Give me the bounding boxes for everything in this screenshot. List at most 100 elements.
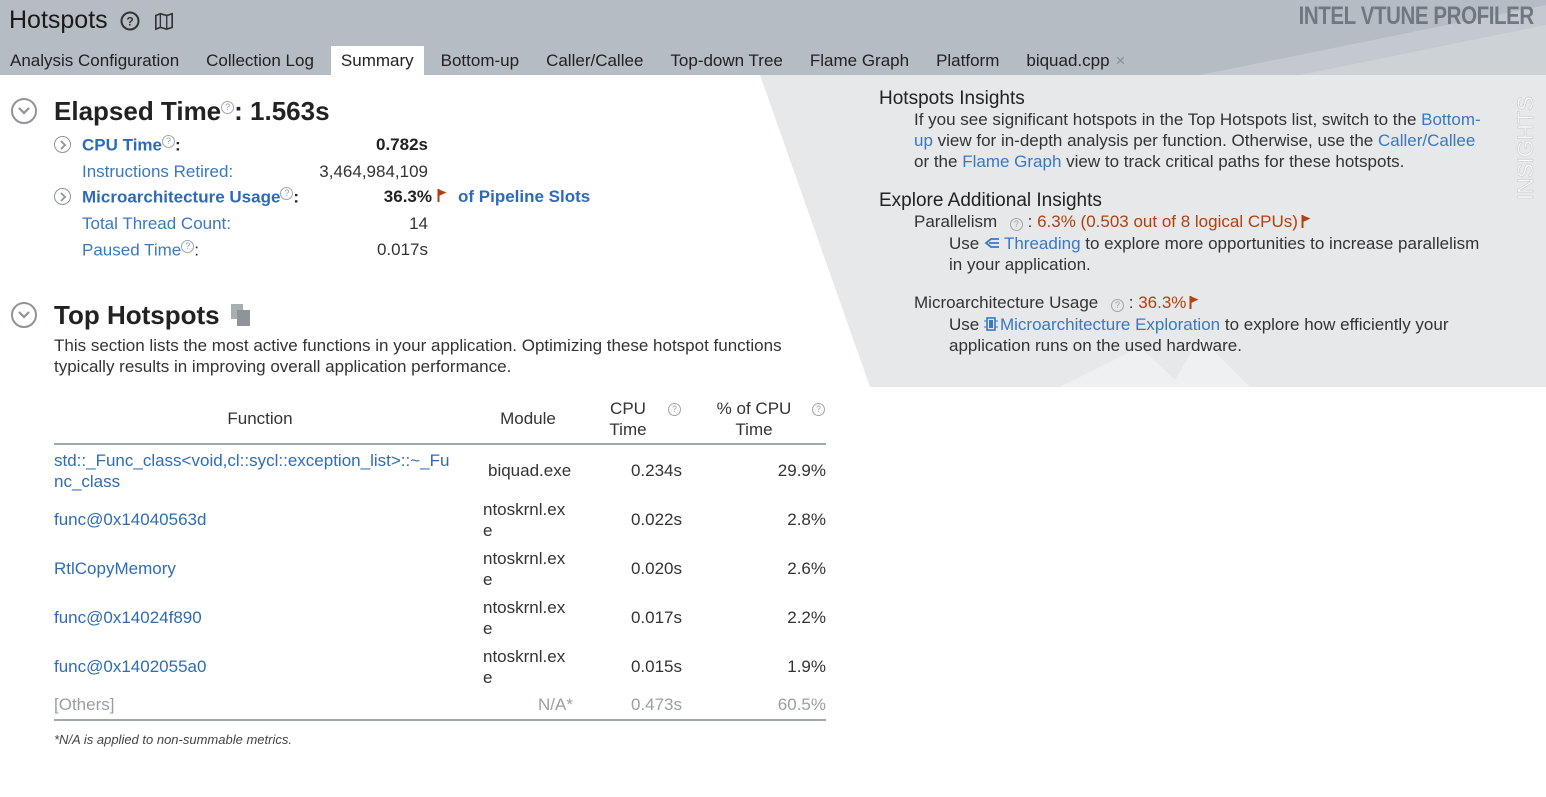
expand-cpu-time-button[interactable] [54, 136, 71, 153]
cpu-time-value: 0.022s [630, 510, 682, 529]
tab-top-down-tree[interactable]: Top-down Tree [660, 46, 792, 75]
function-name-line-1: std::_Func_class<void,cl::sycl::exceptio… [54, 451, 450, 470]
elapsed-time-label: Elapsed Time [54, 96, 222, 126]
header-bar: Hotspots ? INTEL VTUNE PROFILER Analysis… [0, 0, 1546, 75]
chevron-down-icon [18, 107, 30, 115]
function-name[interactable]: RtlCopyMemory [54, 558, 176, 579]
bottom-up-link[interactable]: Bottom- [1421, 110, 1481, 129]
caller-callee-link[interactable]: Caller/Callee [1378, 131, 1475, 150]
description-line-2: typically results in improving overall a… [54, 357, 512, 376]
description-line-1: This section lists the most active funct… [54, 336, 782, 355]
function-name[interactable]: std::_Func_class<void,cl::sycl::exceptio… [54, 450, 449, 492]
expand-uarch-button[interactable] [54, 188, 71, 205]
cpu-time-label[interactable]: CPU Time?: [82, 135, 181, 156]
help-icon[interactable]: ? [181, 240, 195, 253]
parallelism-colon: : [1027, 212, 1033, 231]
module-name: ntoskrnl.ex e [483, 597, 565, 639]
help-icon[interactable]: ? [1009, 218, 1023, 231]
microarchitecture-icon [983, 317, 998, 331]
hs-text-3: or the [914, 152, 963, 171]
module-name: ntoskrnl.ex e [483, 646, 565, 688]
table-header-divider [54, 443, 826, 445]
column-header-cpu-time[interactable]: CPU Time [600, 398, 656, 440]
close-tab-icon[interactable]: × [1116, 51, 1126, 70]
tab-platform[interactable]: Platform [926, 46, 1009, 75]
pct-cpu-time-value: 1.9% [787, 657, 826, 676]
cpu-time-value: 0.017s [630, 608, 682, 627]
help-icon[interactable]: ? [280, 187, 294, 200]
tab-biquad-cpp[interactable]: biquad.cpp × [1016, 46, 1135, 75]
module-name-line-2: e [483, 619, 493, 638]
par-use-text: Use [949, 234, 984, 253]
function-name[interactable]: func@0x14024f890 [54, 607, 202, 628]
pct-header-line-1: % of CPU [716, 399, 792, 418]
uarch-insight-row: Microarchitecture Usage ? : 36.3% [914, 292, 1199, 313]
uarch-usage-label[interactable]: Microarchitecture Usage?: [82, 187, 299, 208]
bottom-up-link-cont[interactable]: up [914, 131, 933, 150]
copy-icon[interactable] [230, 303, 252, 327]
cpu-time-value: 0.015s [630, 657, 682, 676]
tab-collection-log[interactable]: Collection Log [196, 46, 324, 75]
total-thread-count-label[interactable]: Total Thread Count: [82, 214, 231, 234]
tab-summary[interactable]: Summary [330, 46, 424, 75]
cpu-time-value: 0.782s [376, 135, 428, 154]
others-label: [Others] [54, 695, 115, 714]
tab-analysis-configuration[interactable]: Analysis Configuration [0, 46, 189, 75]
tab-bar: Analysis Configuration Collection Log Su… [0, 46, 1142, 75]
module-name-line-2: e [483, 570, 493, 589]
module-name-line-1: ntoskrnl.ex [483, 647, 566, 666]
elapsed-time-heading: Elapsed Time?: 1.563s [54, 96, 330, 127]
svg-text:?: ? [126, 14, 133, 28]
hs-text-1: If you see significant hotspots in the T… [914, 110, 1422, 129]
instructions-retired-label[interactable]: Instructions Retired: [82, 162, 233, 182]
module-name-line-1: ntoskrnl.ex [483, 549, 566, 568]
column-header-pct-cpu-time[interactable]: % of CPU Time [706, 398, 802, 440]
cpu-time-value: 0.234s [630, 461, 682, 480]
parallelism-value: 6.3% (0.503 out of 8 logical CPUs) [1037, 212, 1298, 231]
help-icon[interactable]: ? [221, 101, 235, 115]
help-icon[interactable]: ? [812, 403, 825, 416]
parallelism-row: Parallelism ? : 6.3% (0.503 out of 8 log… [914, 211, 1311, 232]
column-header-module[interactable]: Module [480, 408, 576, 429]
tab-flame-graph[interactable]: Flame Graph [800, 46, 919, 75]
help-icon[interactable]: ? [120, 11, 140, 31]
module-name: ntoskrnl.ex e [483, 548, 565, 590]
help-icon[interactable]: ? [162, 135, 175, 148]
par-rest-text: to explore more opportunities to increas… [1080, 234, 1480, 253]
hs-text-2: view for in-depth analysis per function.… [932, 131, 1378, 150]
warning-flag-icon [1301, 215, 1311, 228]
help-icon[interactable]: ? [668, 403, 681, 416]
uarch-insight-value: 36.3% [1138, 293, 1187, 312]
flame-graph-link[interactable]: Flame Graph [962, 152, 1061, 171]
na-footnote: *N/A is applied to non-summable metrics. [54, 732, 292, 747]
paused-time-label[interactable]: Paused Time?: [82, 240, 199, 261]
uarch-usage-label-text: Microarchitecture Usage [82, 187, 281, 207]
microarchitecture-exploration-link[interactable]: Microarchitecture Exploration [1000, 315, 1220, 334]
module-name-line-2: e [483, 668, 493, 687]
function-name[interactable]: func@0x14040563d [54, 509, 206, 530]
tab-biquad-cpp-label: biquad.cpp [1026, 51, 1110, 70]
paused-time-label-text: Paused Time [82, 240, 182, 260]
tab-bottom-up[interactable]: Bottom-up [431, 46, 529, 75]
total-thread-count-value: 14 [409, 214, 428, 233]
hs-text-4: view to track critical paths for these h… [1061, 152, 1405, 171]
page-title: Hotspots ? [9, 6, 188, 35]
guide-map-icon[interactable] [154, 11, 174, 31]
function-name[interactable]: func@0x1402055a0 [54, 656, 206, 677]
help-icon[interactable]: ? [1110, 299, 1124, 312]
threading-link[interactable]: Threading [1004, 234, 1081, 253]
parallelism-label: Parallelism [914, 212, 998, 231]
pipeline-slots-link[interactable]: of Pipeline Slots [458, 187, 590, 207]
module-name-line-1: ntoskrnl.ex [483, 500, 566, 519]
others-pct: 60.5% [777, 695, 826, 714]
collapse-elapsed-button[interactable] [11, 98, 37, 124]
column-header-function[interactable]: Function [160, 408, 360, 429]
collapse-top-hotspots-button[interactable] [11, 302, 37, 328]
function-name-line-2: nc_class [54, 472, 121, 491]
others-module: N/A* [538, 695, 573, 714]
cpu-time-value: 0.020s [630, 559, 682, 578]
insights-vertical-text: INSIGHTS [1515, 96, 1538, 200]
top-hotspots-description: This section lists the most active funct… [54, 335, 834, 377]
tab-caller-callee[interactable]: Caller/Callee [536, 46, 653, 75]
pct-cpu-time-value: 2.6% [787, 559, 826, 578]
